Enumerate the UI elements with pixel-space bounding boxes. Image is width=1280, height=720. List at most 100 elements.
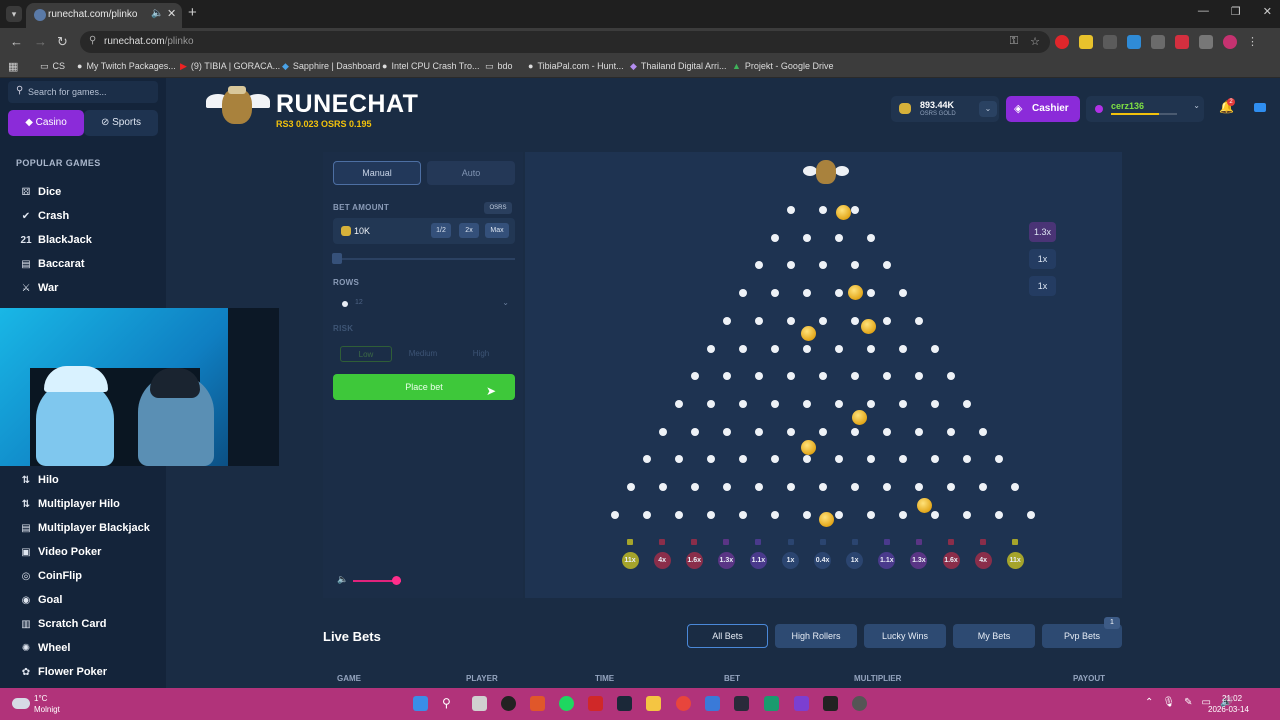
search-icon[interactable]: ⚲ xyxy=(442,696,457,711)
bet-slider-track[interactable] xyxy=(333,258,515,260)
minimize-icon[interactable]: — xyxy=(1198,5,1209,18)
risk-high-button[interactable]: High xyxy=(455,346,507,362)
app-red-icon[interactable] xyxy=(588,696,603,711)
sidebar-item-flower-poker[interactable]: ✿ Flower Poker xyxy=(18,666,107,684)
steam-icon[interactable] xyxy=(617,696,632,711)
balance-widget[interactable]: 893.44K OSRS GOLD ⌄ xyxy=(891,96,999,122)
sidebar-item-baccarat[interactable]: ▤ Baccarat xyxy=(18,258,84,276)
bookmark-item[interactable]: ● Intel CPU Crash Tro... xyxy=(382,61,479,71)
clock-date[interactable]: 2026-03-14 xyxy=(1208,705,1249,714)
app-purple-icon[interactable] xyxy=(794,696,809,711)
max-bet-button[interactable]: Max xyxy=(485,223,509,238)
new-tab-icon[interactable]: + xyxy=(188,4,197,21)
sidebar-item-war[interactable]: ⚔ War xyxy=(18,282,59,300)
volume-slider-handle[interactable] xyxy=(392,576,402,585)
search-games-input[interactable]: ⚲ Search for games... xyxy=(8,81,158,103)
chevron-up-icon[interactable]: ⌃ xyxy=(1145,697,1153,708)
half-bet-button[interactable]: 1/2 xyxy=(431,223,451,238)
site-info-icon[interactable]: ⚲ xyxy=(89,35,96,46)
adblock-icon[interactable] xyxy=(1175,35,1189,49)
close-window-icon[interactable]: ✕ xyxy=(1263,5,1272,18)
app-green-icon[interactable] xyxy=(764,696,779,711)
url-field[interactable]: ⚲ runechat.com/plinko ⚿ ☆ xyxy=(80,31,1050,53)
clock-time[interactable]: 21:02 xyxy=(1222,694,1242,703)
sidebar-item-coinflip[interactable]: ◎ CoinFlip xyxy=(18,570,82,588)
puzzle-icon[interactable] xyxy=(1199,35,1213,49)
sidebar-item-multiplayer-blackjack[interactable]: ▤ Multiplayer Blackjack xyxy=(18,522,150,540)
sidebar-item-goal[interactable]: ◉ Goal xyxy=(18,594,63,612)
globe-icon: ● xyxy=(382,61,388,71)
bookmark-item[interactable]: ▭ bdo xyxy=(485,61,513,72)
sidebar-item-dice[interactable]: ⚄ Dice xyxy=(18,186,62,204)
app-x-icon[interactable] xyxy=(823,696,838,711)
chat-icon[interactable] xyxy=(1254,103,1266,112)
mail-icon[interactable] xyxy=(705,696,720,711)
browser-tab[interactable]: runechat.com/plinko 🔈 ✕ xyxy=(26,3,182,28)
app-icon[interactable] xyxy=(530,696,545,711)
risk-low-button[interactable]: Low xyxy=(340,346,392,362)
tab-lucky-wins[interactable]: Lucky Wins xyxy=(864,624,946,648)
tab-high-rollers[interactable]: High Rollers xyxy=(775,624,857,648)
chevron-down-icon[interactable]: ⌄ xyxy=(1193,101,1200,110)
restore-icon[interactable]: ❐ xyxy=(1231,5,1241,18)
sidebar-item-hilo[interactable]: ⇅ Hilo xyxy=(18,474,59,492)
app-gray-icon[interactable] xyxy=(852,696,867,711)
kebab-menu-icon[interactable]: ⋮ xyxy=(1247,35,1261,49)
user-menu[interactable]: cerz136 ⌄ xyxy=(1086,96,1204,122)
bookmark-item[interactable]: ◆ Thailand Digital Arri... xyxy=(630,61,726,72)
obs-icon[interactable] xyxy=(501,696,516,711)
tab-my-bets[interactable]: My Bets xyxy=(953,624,1035,648)
bookmark-item[interactable]: ▲ Projekt - Google Drive xyxy=(732,61,833,71)
tab-all-bets[interactable]: All Bets xyxy=(687,624,768,648)
close-tab-icon[interactable]: ✕ xyxy=(167,7,176,20)
profile-avatar-icon[interactable] xyxy=(1223,35,1237,49)
double-bet-button[interactable]: 2x xyxy=(459,223,479,238)
speaker-icon[interactable]: 🔈 xyxy=(337,574,348,585)
sidebar-item-blackjack[interactable]: 21 BlackJack xyxy=(18,234,91,252)
extension-slash-icon[interactable] xyxy=(1151,35,1165,49)
speaker-icon[interactable]: 🔈 xyxy=(151,8,163,19)
reload-icon[interactable]: ↻ xyxy=(57,34,68,50)
currency-badge[interactable]: OSRS xyxy=(484,202,512,214)
apps-grid-icon[interactable]: ▦ xyxy=(8,60,18,73)
pen-icon[interactable]: ✎ xyxy=(1184,697,1192,708)
back-icon[interactable]: ← xyxy=(10,34,23,49)
forward-icon[interactable]: → xyxy=(34,34,47,49)
bookmark-item[interactable]: ▶ (9) TIBIA | GORACA... xyxy=(180,61,280,72)
bookmark-item[interactable]: ◆ Sapphire | Dashboard xyxy=(282,61,380,72)
tab-manual[interactable]: Manual xyxy=(333,161,421,185)
extension-gray-icon[interactable] xyxy=(1103,35,1117,49)
sports-tab[interactable]: ⊘ Sports xyxy=(84,110,158,136)
sidebar-item-multiplayer-hilo[interactable]: ⇅ Multiplayer Hilo xyxy=(18,498,120,516)
tab-search-icon[interactable]: ▾ xyxy=(6,6,22,22)
bookmark-item[interactable]: ● My Twitch Packages... xyxy=(77,61,176,71)
task-view-icon[interactable] xyxy=(472,696,487,711)
spotify-icon[interactable] xyxy=(559,696,574,711)
brand-name[interactable]: RUNECHAT xyxy=(276,90,418,119)
microphone-icon[interactable]: 🎙 xyxy=(1162,697,1175,708)
bet-slider-handle[interactable] xyxy=(332,253,342,264)
sidebar-item-wheel[interactable]: ✺ Wheel xyxy=(18,642,71,660)
cashier-button[interactable]: ◈ Cashier xyxy=(1006,96,1080,122)
bet-amount-input[interactable]: 10K 1/2 2x Max xyxy=(333,218,515,244)
start-icon[interactable] xyxy=(413,696,428,711)
sidebar-item-scratch-card[interactable]: ▥ Scratch Card xyxy=(18,618,106,636)
sidebar-item-video-poker[interactable]: ▣ Video Poker xyxy=(18,546,101,564)
rows-select[interactable]: 12 ⌄ xyxy=(333,292,515,316)
file-explorer-icon[interactable] xyxy=(646,696,661,711)
bookmark-item[interactable]: ▭ CS xyxy=(40,61,65,72)
sidebar-item-crash[interactable]: ✔ Crash xyxy=(18,210,69,228)
bookmark-item[interactable]: ● TibiaPal.com - Hunt... xyxy=(528,61,624,71)
extension-blue-icon[interactable] xyxy=(1127,35,1141,49)
star-icon[interactable]: ☆ xyxy=(1030,35,1040,48)
risk-medium-button[interactable]: Medium xyxy=(397,346,449,362)
app-dark-icon[interactable] xyxy=(734,696,749,711)
chevron-down-icon[interactable]: ⌄ xyxy=(979,101,997,117)
key-icon[interactable]: ⚿ xyxy=(1010,35,1018,48)
cloud-icon[interactable] xyxy=(12,698,30,709)
extension-yellow-icon[interactable] xyxy=(1079,35,1093,49)
tab-auto[interactable]: Auto xyxy=(427,161,515,185)
extension-red-icon[interactable] xyxy=(1055,35,1069,49)
casino-tab[interactable]: ◆ Casino xyxy=(8,110,84,136)
chrome-icon[interactable] xyxy=(676,696,691,711)
